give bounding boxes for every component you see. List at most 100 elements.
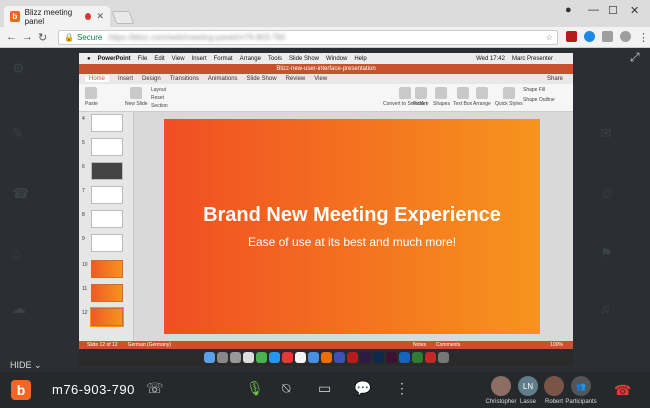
maximize-button[interactable]: ☐ bbox=[608, 4, 618, 17]
address-bar: ← → ↻ 🔒 Secure https://blizz.com/web/mee… bbox=[0, 27, 650, 48]
background-pattern-icon: ☺ bbox=[600, 185, 615, 201]
meeting-id[interactable]: m76-903-790 bbox=[52, 382, 135, 397]
slide-thumbnail bbox=[91, 284, 123, 302]
ribbon-item: Text Box bbox=[453, 87, 472, 107]
blizz-logo-icon: b bbox=[11, 380, 31, 400]
slide-thumbnail bbox=[91, 138, 123, 156]
browser-tab[interactable]: b Blizz meeting panel ✕ bbox=[4, 6, 110, 27]
ribbon-tab: Home bbox=[85, 76, 110, 82]
minimize-button[interactable]: — bbox=[588, 4, 599, 16]
chrome-menu-icon[interactable]: ⋮ bbox=[638, 31, 649, 44]
calendar-icon bbox=[281, 352, 293, 363]
finder-icon bbox=[203, 352, 215, 363]
excel-icon bbox=[411, 352, 423, 363]
background-pattern-icon: ⚙ bbox=[12, 60, 25, 76]
slide-canvas: Brand New Meeting Experience Ease of use… bbox=[134, 112, 573, 341]
video-off-icon[interactable]: ⍉ bbox=[282, 380, 290, 397]
tab-title: Blizz meeting panel bbox=[24, 7, 73, 26]
messages-icon bbox=[255, 352, 267, 363]
participants-label: Participants bbox=[565, 399, 597, 405]
participant-avatar[interactable] bbox=[544, 376, 564, 396]
ribbon-tabs: Home Insert Design Transitions Animation… bbox=[79, 74, 573, 84]
chat-icon[interactable]: 💬 bbox=[354, 380, 371, 397]
participant-avatar[interactable]: LN bbox=[518, 376, 538, 396]
background-pattern-icon: ☎ bbox=[12, 185, 30, 201]
mac-menu-item: Arrange bbox=[239, 55, 261, 62]
status-zoom: 100% bbox=[550, 342, 563, 348]
screen-share-icon[interactable]: ▭ bbox=[318, 380, 331, 397]
shared-screen: ● PowerPoint File Edit View Insert Forma… bbox=[79, 53, 573, 366]
participant-avatar[interactable] bbox=[491, 376, 511, 396]
slide-thumbnail bbox=[91, 114, 123, 132]
browser-tab-strip: b Blizz meeting panel ✕ ● — ☐ ✕ bbox=[0, 0, 650, 27]
ribbon-tab: Slide Show bbox=[246, 76, 277, 82]
more-options-icon[interactable]: ⋮ bbox=[395, 380, 409, 397]
background-pattern-icon: ⚑ bbox=[600, 245, 613, 261]
ribbon-item: Quick Styles bbox=[495, 87, 523, 107]
mac-menu-item: Edit bbox=[154, 55, 165, 62]
powerpoint-icon bbox=[424, 352, 436, 363]
close-window-button[interactable]: ✕ bbox=[630, 4, 639, 17]
mac-menu-item: Slide Show bbox=[288, 55, 319, 62]
back-icon[interactable]: ← bbox=[6, 31, 17, 43]
ribbon-item: Layout bbox=[151, 87, 167, 93]
current-slide: Brand New Meeting Experience Ease of use… bbox=[164, 119, 540, 334]
ribbon-item: Paste bbox=[85, 87, 98, 107]
ribbon-item: New Slide bbox=[125, 87, 148, 107]
status-notes: Notes bbox=[412, 342, 427, 348]
slide-thumbnails: 4 5 6 7 8 9 10 11 12 bbox=[79, 112, 134, 341]
mac-menu-bar: ● PowerPoint File Edit View Insert Forma… bbox=[79, 53, 573, 64]
mac-menu-item: Window bbox=[326, 55, 348, 62]
close-tab-icon[interactable]: ✕ bbox=[96, 11, 104, 22]
status-slide: Slide 12 of 12 bbox=[87, 342, 118, 348]
slide-number: 5 bbox=[82, 140, 85, 146]
extension-icon-2[interactable] bbox=[602, 31, 613, 42]
ribbon-item: Section bbox=[151, 103, 168, 109]
ribbon-tab: Animations bbox=[207, 76, 238, 82]
acrobat-icon bbox=[346, 352, 358, 363]
slide-number: 9 bbox=[82, 236, 85, 242]
background-pattern-icon: ♫ bbox=[600, 300, 611, 316]
slide-thumbnail bbox=[91, 234, 123, 252]
extension-icon-3[interactable] bbox=[620, 31, 631, 42]
secure-label: Secure bbox=[76, 33, 103, 42]
slide-number: 7 bbox=[82, 188, 85, 194]
hide-button[interactable]: HIDE ⌄ bbox=[10, 360, 42, 371]
mac-menu-item: View bbox=[171, 55, 185, 62]
star-icon[interactable]: ☆ bbox=[546, 33, 553, 42]
microphone-icon[interactable]: 🎙 bbox=[246, 380, 264, 397]
chrome-icon bbox=[333, 352, 345, 363]
lock-icon: 🔒 bbox=[64, 33, 74, 42]
ribbon-item: Shape Outline bbox=[523, 97, 555, 103]
slide-thumbnail bbox=[91, 260, 123, 278]
reload-icon[interactable]: ↻ bbox=[38, 31, 47, 44]
forward-icon[interactable]: → bbox=[22, 31, 33, 43]
apple-icon: ● bbox=[87, 55, 91, 62]
extension-icon[interactable] bbox=[584, 31, 595, 42]
blizz-dock-icon bbox=[320, 352, 332, 363]
call-settings-icon[interactable]: ☏ bbox=[146, 380, 164, 397]
share-label: Share bbox=[546, 76, 563, 82]
user-icon[interactable]: ● bbox=[565, 4, 572, 16]
pdf-extension-icon[interactable] bbox=[566, 31, 577, 42]
mac-menu-item: Format bbox=[213, 55, 233, 62]
settings-icon bbox=[229, 352, 241, 363]
slide-title: Brand New Meeting Experience bbox=[203, 204, 501, 226]
mail-icon bbox=[268, 352, 280, 363]
url-input[interactable]: 🔒 Secure https://blizz.com/web/meeting-p… bbox=[58, 30, 558, 45]
slide-subtitle: Ease of use at its best and much more! bbox=[247, 235, 457, 249]
mac-clock: Wed 17:42 bbox=[476, 55, 505, 62]
new-tab-button[interactable] bbox=[111, 11, 135, 24]
meeting-controls-bar: b m76-903-790 ☏ 🎙 ⍉ ▭ 💬 ⋮ Christopher LN… bbox=[0, 372, 650, 408]
photos-icon bbox=[294, 352, 306, 363]
ribbon-tab: Review bbox=[285, 76, 306, 82]
slide-thumbnail bbox=[91, 186, 123, 204]
fullscreen-icon[interactable]: ⤢ bbox=[630, 50, 640, 65]
slide-number: 8 bbox=[82, 212, 85, 218]
mac-menu-item: PowerPoint bbox=[97, 55, 131, 62]
hang-up-icon[interactable]: ☎ bbox=[614, 382, 631, 399]
slide-thumbnail-active bbox=[90, 307, 124, 327]
ribbon-item: Reset bbox=[151, 95, 165, 101]
participants-icon[interactable]: 👥 bbox=[571, 376, 591, 396]
ribbon-tab: Design bbox=[142, 76, 161, 82]
